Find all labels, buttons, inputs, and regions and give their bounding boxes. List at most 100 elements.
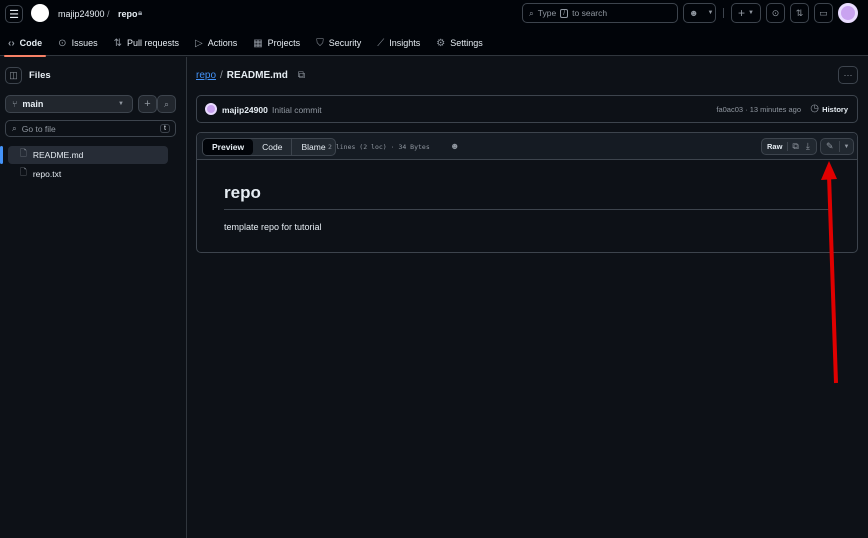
commit-author[interactable]: majip24900 — [222, 105, 268, 115]
history-icon: ◷ — [810, 103, 819, 114]
avatar[interactable] — [205, 103, 217, 115]
search-files-button[interactable]: ⌕ — [157, 95, 176, 113]
arrow-head — [821, 161, 837, 180]
tab-insights[interactable]: ⟋ Insights — [369, 30, 428, 56]
collapse-sidebar-button[interactable]: ◫ — [5, 67, 22, 84]
download-icon[interactable]: ⤓ — [803, 141, 813, 152]
copy-path-icon[interactable]: ⧉ — [298, 70, 305, 81]
code-icon: ‹› — [8, 37, 15, 49]
owner-link[interactable]: majip24900 — [58, 9, 105, 19]
chevron-down-icon[interactable]: ▼ — [840, 144, 854, 150]
avatar[interactable] — [838, 3, 858, 23]
edit-group: ✎ ▼ — [820, 138, 854, 155]
issue-icon: ⊙ — [58, 37, 67, 49]
view-switcher: Preview Code Blame — [202, 138, 336, 156]
inbox-icon: ▭ — [819, 7, 828, 18]
readme-body: template repo for tutorial — [224, 222, 322, 232]
readme-heading: repo — [224, 183, 261, 202]
shortcut-key: t — [160, 124, 170, 133]
create-new-button[interactable]: + ▼ — [731, 3, 761, 23]
copilot-icon[interactable]: ☻ — [450, 141, 459, 151]
inbox-button[interactable]: ▭ — [814, 3, 833, 23]
lock-icon: 🔒︎ — [138, 8, 143, 17]
tab-settings[interactable]: ⚙ Settings — [428, 30, 491, 56]
breadcrumb-separator: / — [220, 70, 223, 81]
plus-icon: + — [144, 98, 151, 110]
tab-code[interactable]: ‹› Code — [0, 30, 50, 57]
annotation-arrow — [821, 161, 838, 384]
gear-icon: ⚙ — [436, 37, 446, 49]
file-name: README.md — [32, 150, 84, 160]
tab-code[interactable]: Code — [253, 139, 291, 155]
commit-message[interactable]: Initial commit — [272, 105, 322, 115]
file-tree-item[interactable]: 🗋 README.md — [8, 146, 168, 164]
heading-divider — [224, 209, 832, 210]
shield-icon: ⛉ — [316, 37, 324, 49]
tab-actions[interactable]: ▷ Actions — [187, 30, 245, 56]
chevron-down-icon: ▼ — [707, 10, 714, 16]
more-options-button[interactable]: ··· — [838, 66, 858, 84]
active-indicator — [0, 146, 3, 164]
issues-button[interactable]: ⊙ — [766, 3, 785, 23]
tab-security[interactable]: ⛉ Security — [308, 30, 369, 56]
edit-pencil-icon[interactable]: ✎ — [821, 141, 840, 152]
repo-link[interactable]: repo — [118, 9, 138, 19]
copilot-button[interactable]: ☻ ▼ — [683, 3, 716, 23]
branch-icon: ⑂ — [12, 99, 18, 109]
sidebar-title: Files — [29, 70, 51, 81]
tab-label: Settings — [450, 38, 483, 48]
tab-label: Projects — [267, 38, 301, 48]
search-icon: ⌕ — [12, 123, 17, 133]
commit-meta[interactable]: fa0ac03 · 13 minutes ago — [716, 105, 801, 114]
tab-issues[interactable]: ⊙ Issues — [50, 30, 105, 56]
arrow-shaft — [827, 174, 838, 384]
search-placeholder: Type — [537, 8, 557, 18]
menu-button[interactable]: ☰ — [5, 5, 23, 23]
tab-label: Actions — [207, 38, 238, 48]
search-input[interactable]: ⌕ Type / to search — [522, 3, 678, 23]
file-viewer: Preview Code Blame 2 lines (2 loc) · 34 … — [196, 132, 858, 253]
file-tree-sidebar: ◫ Files ⑂ main ▼ + ⌕ ⌕ Go to file t 🗋 README… — [0, 57, 187, 538]
tab-label: Issues — [71, 38, 98, 48]
raw-actions-group: Raw ⧉ ⤓ — [761, 138, 817, 155]
tab-pull-requests[interactable]: ⇅ Pull requests — [106, 30, 187, 56]
file-tree-item[interactable]: 🗋 repo.txt — [8, 165, 168, 183]
file-icon: 🗋 — [20, 148, 27, 158]
branch-selector[interactable]: ⑂ main ▼ — [5, 95, 133, 113]
copilot-icon: ☻ — [689, 8, 699, 18]
sidebar-collapse-icon: ◫ — [9, 70, 18, 80]
file-info: 2 lines (2 loc) · 34 Bytes — [328, 143, 430, 151]
go-to-file-input[interactable]: ⌕ Go to file t — [5, 120, 176, 137]
branch-name: main — [22, 99, 44, 109]
raw-button[interactable]: Raw — [762, 142, 789, 151]
tab-projects[interactable]: ▦ Projects — [245, 30, 308, 56]
breadcrumb-repo-link[interactable]: repo — [196, 70, 216, 81]
graph-icon: ⟋ — [377, 37, 385, 49]
breadcrumb: repo / README.md ⧉ — [196, 70, 305, 81]
repo-nav: ‹› Code ⊙ Issues ⇅ Pull requests ▷ Actions ▦… — [0, 30, 491, 57]
kebab-horizontal-icon: ··· — [843, 70, 853, 80]
chevron-down-icon: ▼ — [748, 10, 754, 16]
github-logo-icon[interactable] — [31, 4, 49, 22]
go-to-file-placeholder: Go to file — [21, 123, 56, 134]
file-name: repo.txt — [32, 169, 62, 179]
tab-label: Security — [328, 38, 362, 48]
search-icon: ⌕ — [163, 98, 170, 109]
pull-requests-button[interactable]: ⇅ — [790, 3, 809, 23]
tab-label: Code — [19, 38, 43, 48]
tab-preview[interactable]: Preview — [203, 139, 254, 155]
tab-label: Insights — [389, 38, 421, 48]
breadcrumb-file: README.md — [226, 70, 288, 81]
copy-icon[interactable]: ⧉ — [788, 141, 802, 152]
file-icon: 🗋 — [20, 167, 27, 177]
search-placeholder-suffix: to search — [572, 8, 608, 18]
search-shortcut-key: / — [560, 8, 569, 18]
plus-icon: + — [738, 6, 746, 20]
issue-icon: ⊙ — [771, 7, 780, 18]
play-icon: ▷ — [195, 37, 203, 49]
chevron-down-icon: ▼ — [118, 101, 124, 107]
history-link[interactable]: History — [822, 105, 848, 114]
add-file-button[interactable]: + — [138, 95, 157, 113]
divider — [723, 8, 724, 18]
hamburger-icon: ☰ — [9, 8, 19, 21]
